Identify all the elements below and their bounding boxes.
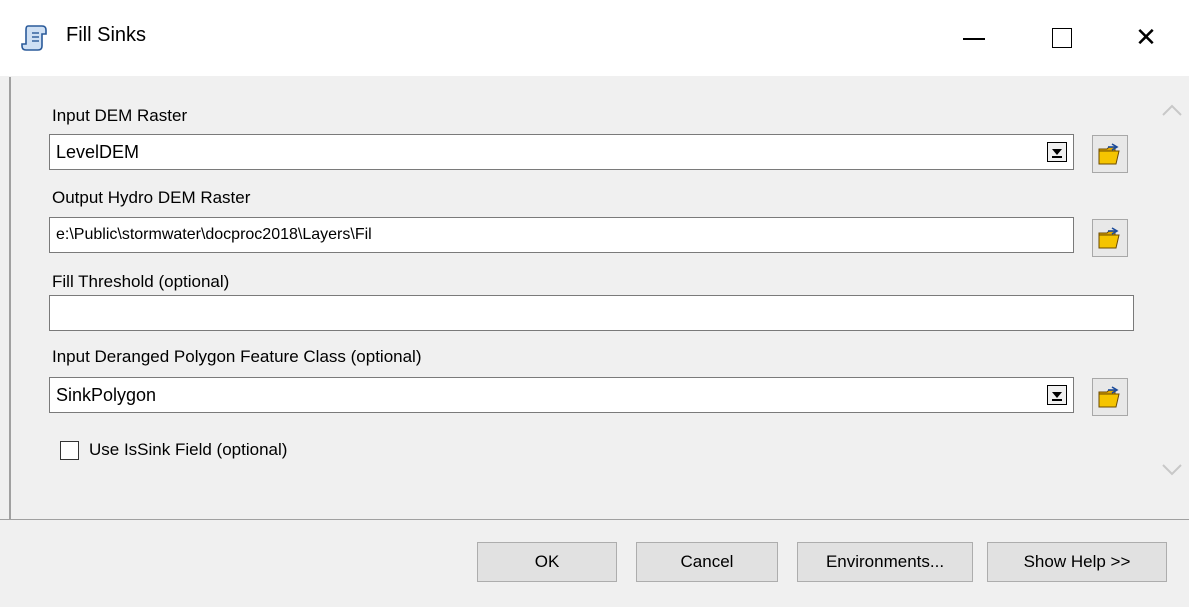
deranged-polygon-combo[interactable]: SinkPolygon <box>49 377 1074 413</box>
maximize-button[interactable] <box>1018 0 1106 76</box>
fill-threshold-label: Fill Threshold (optional) <box>52 272 230 291</box>
fill-threshold-field[interactable] <box>49 295 1134 331</box>
deranged-polygon-label: Input Deranged Polygon Feature Class (op… <box>52 347 422 366</box>
scroll-up-icon[interactable] <box>1160 100 1184 120</box>
dropdown-arrow-icon[interactable] <box>1047 142 1067 162</box>
close-icon: ✕ <box>1135 23 1157 53</box>
deranged-polygon-value: SinkPolygon <box>56 385 157 405</box>
maximize-icon <box>1052 28 1072 48</box>
output-hydro-value: e:\Public\stormwater\docproc2018\Layers\… <box>56 226 372 243</box>
show-help-button[interactable]: Show Help >> <box>987 542 1167 582</box>
input-dem-value: LevelDEM <box>56 142 140 162</box>
output-hydro-browse-button[interactable] <box>1092 219 1128 257</box>
close-button[interactable]: ✕ <box>1102 0 1189 76</box>
deranged-polygon-browse-button[interactable] <box>1092 378 1128 416</box>
minimize-button[interactable] <box>930 0 1018 76</box>
minimize-icon <box>963 38 985 40</box>
dropdown-arrow-icon[interactable] <box>1047 385 1067 405</box>
fill-sinks-dialog: Fill Sinks ✕ Input DEM Raster LevelDEM O… <box>0 0 1189 607</box>
output-hydro-label: Output Hydro DEM Raster <box>52 188 251 207</box>
scroll-down-icon[interactable] <box>1160 460 1184 480</box>
input-dem-label: Input DEM Raster <box>52 106 188 125</box>
use-issink-checkbox[interactable] <box>60 441 79 460</box>
environments-button[interactable]: Environments... <box>797 542 973 582</box>
use-issink-label[interactable]: Use IsSink Field (optional) <box>89 440 287 460</box>
script-tool-icon <box>20 22 52 54</box>
ok-button[interactable]: OK <box>477 542 617 582</box>
open-folder-icon <box>1098 227 1120 249</box>
window-title: Fill Sinks <box>66 24 147 46</box>
output-hydro-field[interactable]: e:\Public\stormwater\docproc2018\Layers\… <box>49 217 1074 253</box>
open-folder-icon <box>1098 386 1120 408</box>
open-folder-icon <box>1098 143 1120 165</box>
title-bar: Fill Sinks ✕ <box>0 0 1189 76</box>
cancel-button[interactable]: Cancel <box>636 542 778 582</box>
input-dem-combo[interactable]: LevelDEM <box>49 134 1074 170</box>
input-dem-browse-button[interactable] <box>1092 135 1128 173</box>
